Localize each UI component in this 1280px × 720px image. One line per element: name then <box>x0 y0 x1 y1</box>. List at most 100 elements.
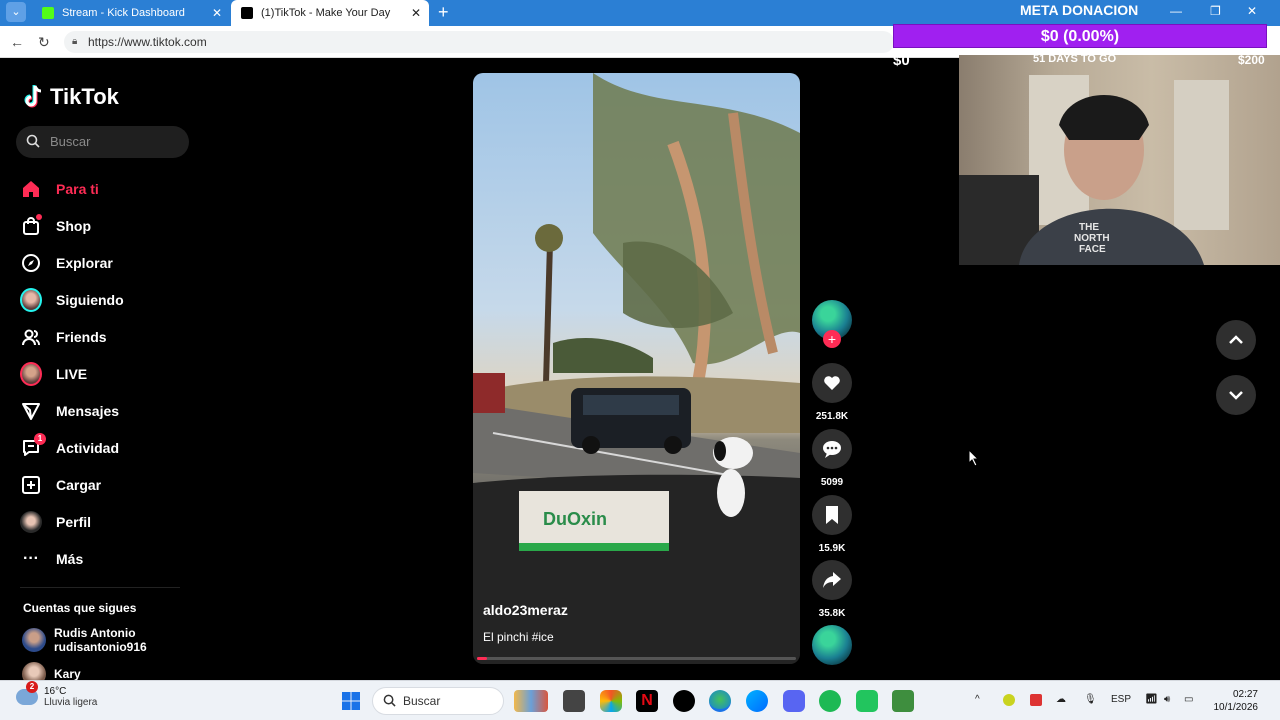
spotify-icon[interactable] <box>819 690 841 712</box>
weather-widget[interactable]: 2 16°C Lluvia ligera <box>16 681 98 708</box>
following-account[interactable]: Rudis Antonio rudisantonio916 <box>22 626 147 654</box>
account-name: Kary <box>54 667 81 681</box>
follow-plus-icon[interactable]: + <box>823 330 841 348</box>
more-icon: ··· <box>23 549 39 567</box>
compass-icon <box>20 252 42 274</box>
comment-button[interactable]: 5099 <box>810 429 854 488</box>
donation-goal-days: 51 DAYS TO GO <box>1033 53 1117 65</box>
clock-date: 10/1/2026 <box>1213 702 1259 713</box>
edge-icon[interactable] <box>709 690 731 712</box>
language-indicator[interactable]: ESP <box>1111 694 1131 705</box>
microphone-icon[interactable]: 🎙︎ <box>1084 694 1097 705</box>
search-input[interactable]: Buscar <box>16 126 189 158</box>
file-explorer-icon[interactable] <box>563 690 585 712</box>
donation-goal-bar: $0 (0.00%) <box>893 24 1267 48</box>
sidebar-item-mas[interactable]: ··· Más <box>20 540 200 577</box>
next-video-button[interactable] <box>1216 375 1256 415</box>
tab-tiktok[interactable]: (1)TikTok - Make Your Day ✕ <box>231 0 429 26</box>
new-tab-button[interactable]: + <box>438 2 449 23</box>
windows-taskbar: 2 16°C Lluvia ligera Buscar N ^ ☁ 🎙︎ ESP… <box>0 680 1280 720</box>
discord-icon[interactable] <box>783 690 805 712</box>
notification-dot <box>36 213 42 220</box>
sidebar-item-label: Friends <box>56 328 107 345</box>
windows-start-icon[interactable] <box>340 690 362 712</box>
url-field[interactable]: 🔒︎ https://www.tiktok.com <box>64 31 894 53</box>
sidebar-item-live[interactable]: LIVE <box>20 355 200 392</box>
video-progress[interactable] <box>477 657 796 660</box>
kick-icon <box>42 7 54 19</box>
netflix-icon[interactable]: N <box>636 690 658 712</box>
tray-app-icon[interactable] <box>1003 694 1015 706</box>
widgets-icon[interactable] <box>514 690 548 712</box>
taskbar-search[interactable]: Buscar <box>372 687 504 715</box>
tiktok-note-icon <box>24 85 42 108</box>
weather-badge: 2 <box>26 681 38 693</box>
chevron-up-icon <box>1229 335 1243 344</box>
sound-disc-button[interactable] <box>810 625 854 665</box>
live-avatar-icon <box>20 361 42 386</box>
sidebar-item-perfil[interactable]: Perfil <box>20 503 200 540</box>
sidebar-item-shop[interactable]: Shop <box>20 207 200 244</box>
minimize-icon[interactable]: — <box>1170 4 1182 18</box>
save-button[interactable]: 15.9K <box>810 495 854 554</box>
sidebar-item-siguiendo[interactable]: Siguiendo <box>20 281 200 318</box>
back-arrow-icon[interactable]: ← <box>10 34 24 50</box>
donation-goal-min: $0 <box>893 52 910 69</box>
search-icon <box>26 134 40 148</box>
creator-avatar-button[interactable]: + <box>810 300 854 348</box>
site-info-icon[interactable]: 🔒︎ <box>72 31 77 53</box>
tiktok-icon <box>241 7 253 19</box>
tab-menu-button[interactable]: ⌄ <box>6 2 26 22</box>
sidebar-item-actividad[interactable]: 1 Actividad <box>20 429 200 466</box>
sidebar-item-label: Perfil <box>56 513 92 530</box>
minecraft-icon[interactable] <box>892 690 914 712</box>
sidebar-item-label: Shop <box>56 217 91 234</box>
clock-time: 02:27 <box>1232 689 1258 700</box>
sidebar-item-label: Siguiendo <box>56 291 124 308</box>
reload-icon[interactable]: ↻ <box>38 34 50 51</box>
share-count: 35.8K <box>818 608 846 619</box>
like-count: 251.8K <box>815 411 849 422</box>
battery-icon[interactable]: ▭ <box>1184 694 1193 705</box>
tab-label: Stream - Kick Dashboard <box>62 7 185 19</box>
search-placeholder: Buscar <box>50 134 91 149</box>
volume-icon[interactable]: 🔊︎ <box>1164 694 1170 705</box>
share-button[interactable]: 35.8K <box>810 560 854 619</box>
search-icon <box>383 694 396 707</box>
sidebar-item-friends[interactable]: Friends <box>20 318 200 355</box>
close-tab-icon[interactable]: ✕ <box>212 6 222 20</box>
avatar-icon <box>20 287 42 312</box>
tiktok-logo[interactable]: TikTok <box>24 84 119 110</box>
wifi-icon[interactable]: 📶︎ <box>1145 694 1158 705</box>
video-player[interactable]: DuOxin aldo23meraz El pinchi #ice <box>473 73 800 664</box>
sidebar-item-mensajes[interactable]: Mensajes <box>20 392 200 429</box>
sidebar-item-label: Para ti <box>56 180 99 197</box>
restore-icon[interactable]: ❐ <box>1210 4 1221 18</box>
cloud-icon[interactable]: ☁ <box>1056 694 1066 705</box>
previous-video-button[interactable] <box>1216 320 1256 360</box>
video-username[interactable]: aldo23meraz <box>483 602 568 618</box>
tab-kick-dashboard[interactable]: Stream - Kick Dashboard ✕ <box>32 0 230 26</box>
send-icon <box>20 400 42 422</box>
tray-expand-icon[interactable]: ^ <box>975 694 980 705</box>
copilot-icon[interactable] <box>600 690 622 712</box>
close-tab-icon[interactable]: ✕ <box>411 6 421 20</box>
tray-app-icon[interactable] <box>1030 694 1042 706</box>
sidebar-item-explorar[interactable]: Explorar <box>20 244 200 281</box>
sidebar-item-para-ti[interactable]: Para ti <box>20 170 200 207</box>
tiktok-app-icon[interactable] <box>673 690 695 712</box>
weather-desc: Lluvia ligera <box>44 697 98 708</box>
share-icon <box>812 560 852 600</box>
messenger-icon[interactable] <box>746 690 768 712</box>
window-close-icon[interactable]: ✕ <box>1247 4 1257 18</box>
app-icon[interactable] <box>856 690 878 712</box>
sidebar-item-cargar[interactable]: Cargar <box>20 466 200 503</box>
avatar <box>22 628 46 652</box>
taskbar-search-label: Buscar <box>403 694 441 708</box>
system-clock[interactable]: 02:27 10/1/2026 <box>1212 688 1259 714</box>
svg-text:DuOxin: DuOxin <box>543 509 607 529</box>
like-button[interactable]: 251.8K <box>810 363 854 422</box>
webcam-feed: THE NORTH FACE <box>959 55 1280 265</box>
shop-bag-icon <box>20 213 42 237</box>
account-handle: rudisantonio916 <box>54 640 147 654</box>
